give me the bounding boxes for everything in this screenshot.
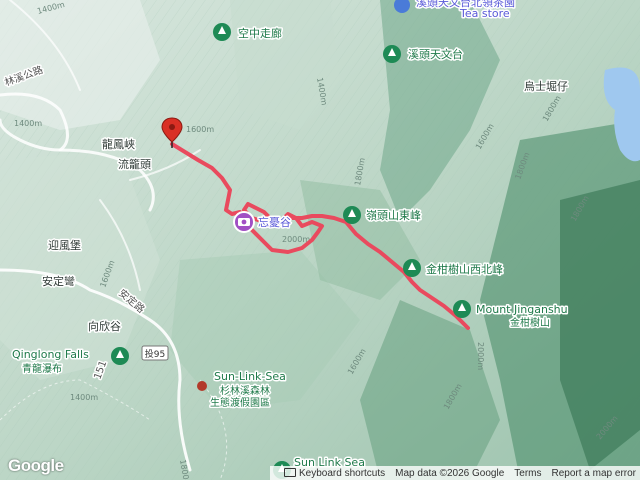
- route-shield: 投95: [141, 345, 169, 361]
- keyboard-shortcuts-link[interactable]: Keyboard shortcuts: [283, 467, 386, 479]
- longfengxia-label: 龍鳳峽: [102, 137, 135, 151]
- route-shield-label: 投95: [145, 348, 165, 360]
- map-footer: Keyboard shortcuts Map data ©2026 Google…: [269, 466, 640, 480]
- sunlink-en-label: Sun-Link-Sea: [214, 370, 286, 383]
- jinganshu-zh-label: 金柑樹山: [510, 316, 550, 329]
- liulongtou-label: 流籠頭: [118, 157, 151, 171]
- contour-label: 2000m: [476, 342, 485, 370]
- jingan-nw-label: 金柑樹山西北峰: [426, 262, 503, 276]
- xitou-east-label: 嶺頭山東峰: [366, 209, 421, 222]
- sunlink-zh2-label: 生態渡假園區: [210, 396, 270, 409]
- terrain-map[interactable]: 1400m 1600m 1800m 2000m 1600m 1800m 1400…: [0, 0, 640, 480]
- map-data-text: Map data ©2026 Google: [395, 467, 505, 479]
- contour-label: 1400m: [70, 393, 98, 402]
- terms-link[interactable]: Terms: [514, 468, 541, 479]
- poi-xitou-east-peak[interactable]: 嶺頭山東峰: [343, 206, 423, 224]
- tea-store-sublabel: Tea store: [459, 7, 510, 20]
- wushi-label: 烏士堀仔: [524, 79, 568, 93]
- photo-spot-label: 忘憂谷: [258, 215, 291, 229]
- camera-icon[interactable]: [233, 211, 255, 233]
- contour-label: 1400m: [14, 119, 42, 128]
- jinganshu-en-label: Mount Jinganshu: [476, 303, 568, 316]
- qinglong-en-label: Qinglong Falls: [12, 348, 89, 361]
- yingfengbao-label: 迎風堡: [48, 238, 81, 252]
- contour-label: 1600m: [186, 125, 214, 134]
- observatory-label: 溪頭天文台: [408, 47, 463, 61]
- sky-walk-label: 空中走廊: [238, 26, 282, 40]
- sunlink-zh1-label: 杉林溪森林: [220, 384, 270, 397]
- qinglong-zh-label: 青龍瀑布: [22, 362, 62, 375]
- andingwan-label: 安定彎: [42, 274, 75, 288]
- keyboard-icon: [283, 468, 296, 477]
- google-logo: Google: [8, 456, 64, 475]
- shortcuts-text: Keyboard shortcuts: [298, 468, 386, 479]
- poi-observatory[interactable]: 溪頭天文台: [383, 45, 465, 63]
- report-error-link[interactable]: Report a map error: [552, 468, 636, 479]
- xiangxingu-label: 向欣谷: [88, 319, 121, 333]
